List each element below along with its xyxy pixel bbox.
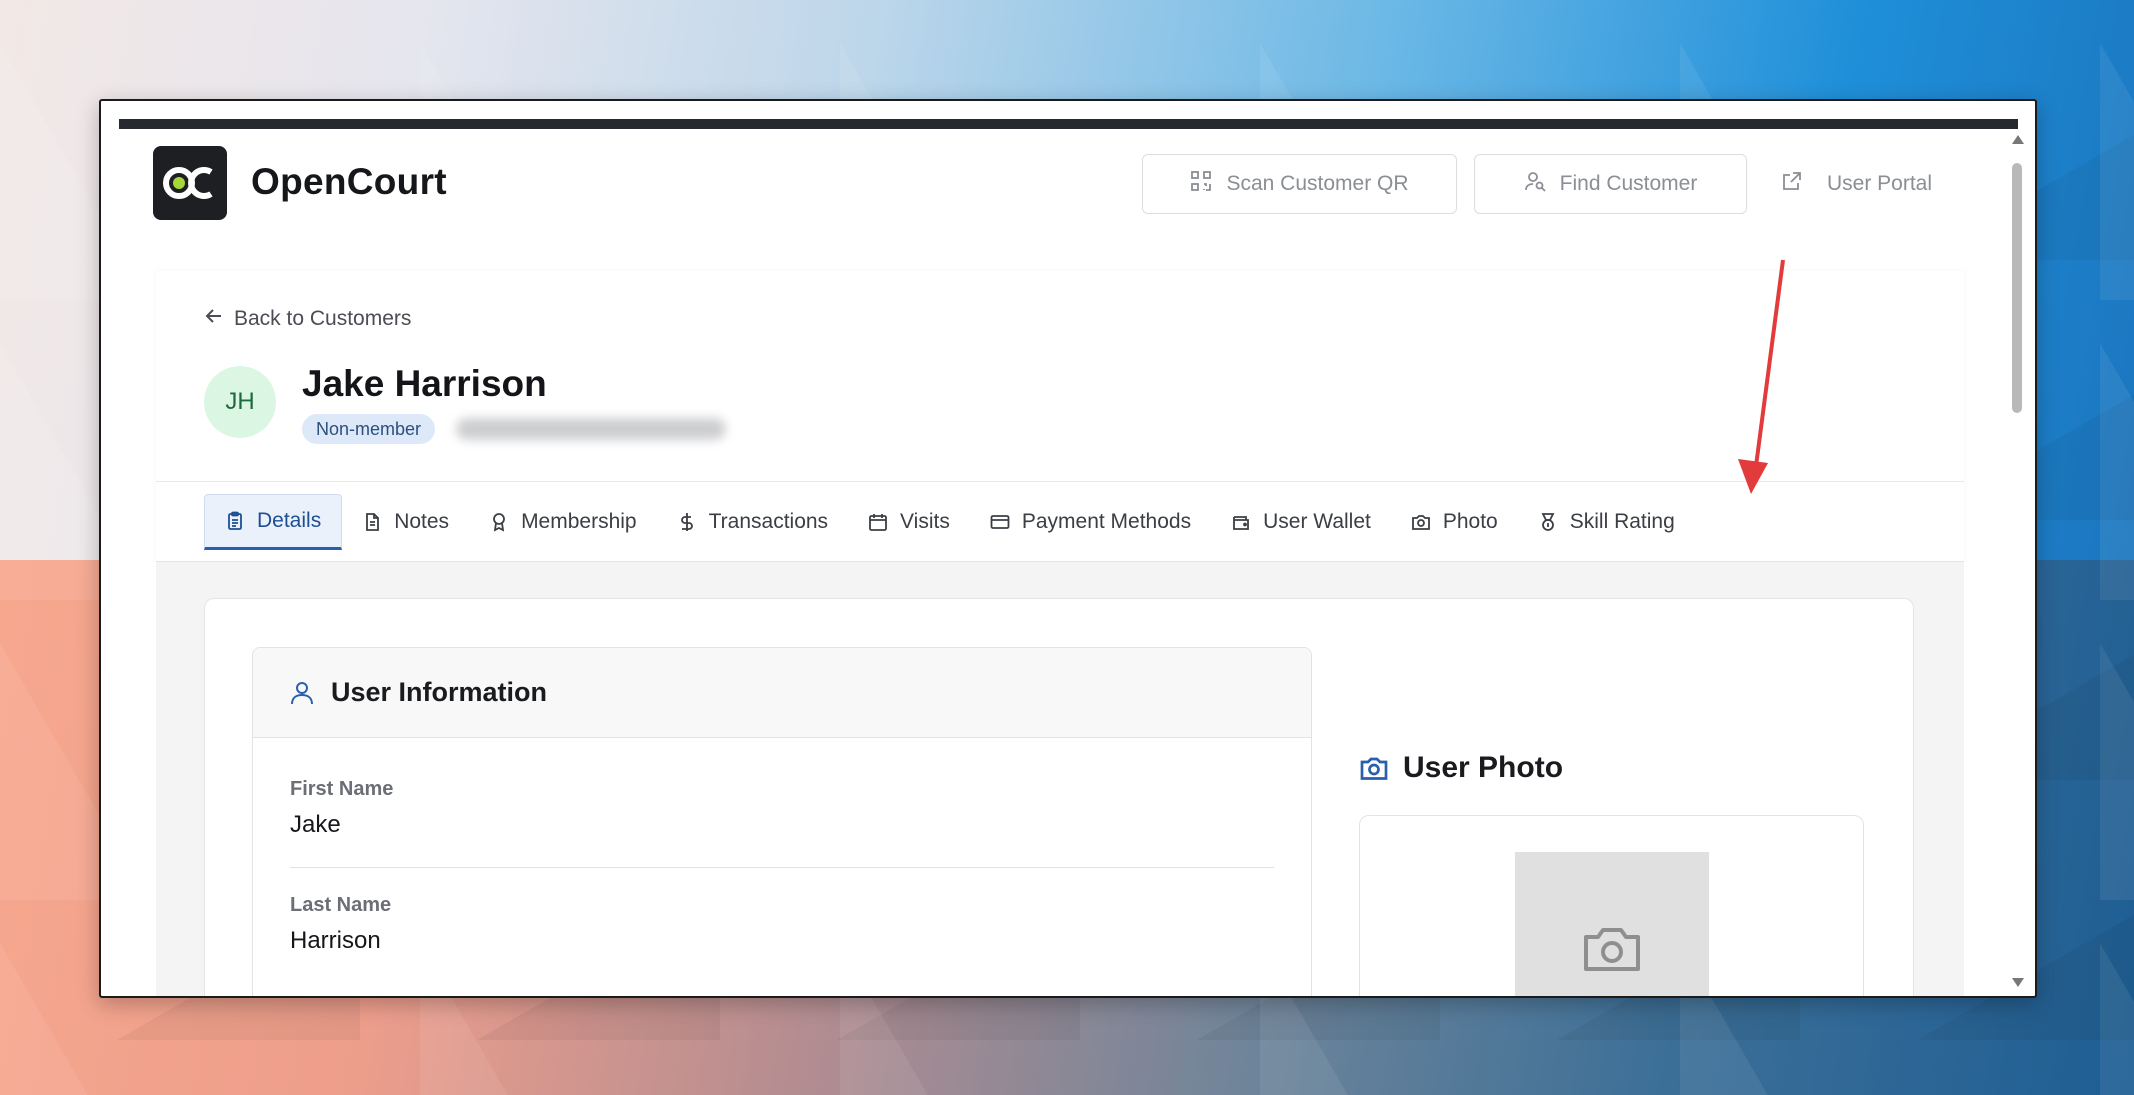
document-icon [366, 513, 380, 531]
arrow-left-icon [204, 306, 224, 332]
user-photo-heading: User Photo [1359, 751, 1563, 785]
tab-transactions[interactable]: Transactions [657, 494, 848, 550]
camera-icon [1360, 757, 1388, 780]
window-top-bar [119, 119, 2018, 129]
scroll-up-icon[interactable] [2012, 135, 2024, 144]
find-customer-label: Find Customer [1559, 172, 1698, 195]
user-portal-link[interactable]: User Portal [1781, 154, 1932, 214]
user-information-card: User Information First Name Jake Last Na… [252, 647, 1312, 996]
tab-user-wallet[interactable]: User Wallet [1211, 494, 1391, 550]
tab-label: User Wallet [1263, 510, 1371, 533]
tab-label: Transactions [708, 510, 829, 533]
last-name-value: Harrison [290, 927, 381, 954]
first-name-value: Jake [290, 811, 341, 838]
tab-details[interactable]: Details [204, 494, 343, 550]
award-icon [493, 513, 505, 532]
customer-name: Jake Harrison [302, 363, 547, 404]
brand-name: OpenCourt [251, 161, 447, 202]
user-portal-label: User Portal [1827, 172, 1933, 195]
tab-label: Membership [521, 510, 637, 533]
camera-icon [1411, 515, 1430, 530]
tab-label: Skill Rating [1569, 510, 1675, 533]
qr-code-icon [1190, 170, 1212, 198]
photo-placeholder[interactable] [1515, 852, 1709, 996]
first-name-field: First Name Jake [290, 778, 1274, 839]
tabs-top-divider [156, 481, 1964, 482]
user-information-header: User Information [253, 648, 1311, 738]
scrollbar-thumb[interactable] [2012, 163, 2022, 413]
avatar: JH [204, 366, 276, 438]
membership-status-badge: Non-member [302, 414, 436, 444]
last-name-label: Last Name [290, 894, 392, 916]
tab-label: Visits [900, 510, 950, 533]
tab-label: Notes [394, 510, 450, 533]
tab-label: Photo [1442, 510, 1498, 533]
scroll-down-icon[interactable] [2012, 978, 2024, 987]
back-to-customers-label: Back to Customers [234, 307, 412, 330]
opencourt-logo [153, 146, 227, 220]
find-customer-button[interactable]: Find Customer [1474, 154, 1747, 214]
clipboard-icon [228, 511, 242, 530]
tab-notes[interactable]: Notes [342, 494, 469, 550]
user-search-icon [1524, 170, 1546, 198]
camera-icon [1584, 928, 1640, 971]
user-icon [291, 681, 313, 704]
dollar-icon [680, 513, 693, 531]
app-window: OpenCourt Scan Customer QR Find Customer… [99, 99, 2037, 998]
tab-payment-methods[interactable]: Payment Methods [970, 494, 1211, 550]
first-name-label: First Name [290, 778, 394, 800]
calendar-icon [869, 514, 887, 531]
customer-tabs: Details Notes Membership Transactions Vi… [204, 493, 1695, 551]
tab-label: Payment Methods [1021, 510, 1192, 533]
scan-customer-qr-label: Scan Customer QR [1226, 172, 1409, 195]
tab-label: Details [257, 509, 322, 532]
credit-card-icon [990, 515, 1010, 529]
wallet-icon [1233, 516, 1250, 530]
tab-membership[interactable]: Membership [469, 494, 657, 550]
user-photo-title: User Photo [1403, 751, 1564, 784]
user-information-title: User Information [331, 677, 548, 707]
tab-photo[interactable]: Photo [1391, 494, 1518, 550]
scrollbar[interactable] [2011, 135, 2025, 987]
back-to-customers-link[interactable]: Back to Customers [204, 306, 411, 332]
scan-customer-qr-button[interactable]: Scan Customer QR [1142, 154, 1457, 214]
external-link-icon [1781, 170, 1803, 198]
tab-visits[interactable]: Visits [848, 494, 970, 550]
tab-skill-rating[interactable]: Skill Rating [1518, 494, 1695, 550]
medal-icon [1541, 513, 1555, 531]
field-divider [290, 867, 1274, 868]
last-name-field: Last Name Harrison [290, 894, 1274, 955]
redacted-email [456, 418, 726, 440]
